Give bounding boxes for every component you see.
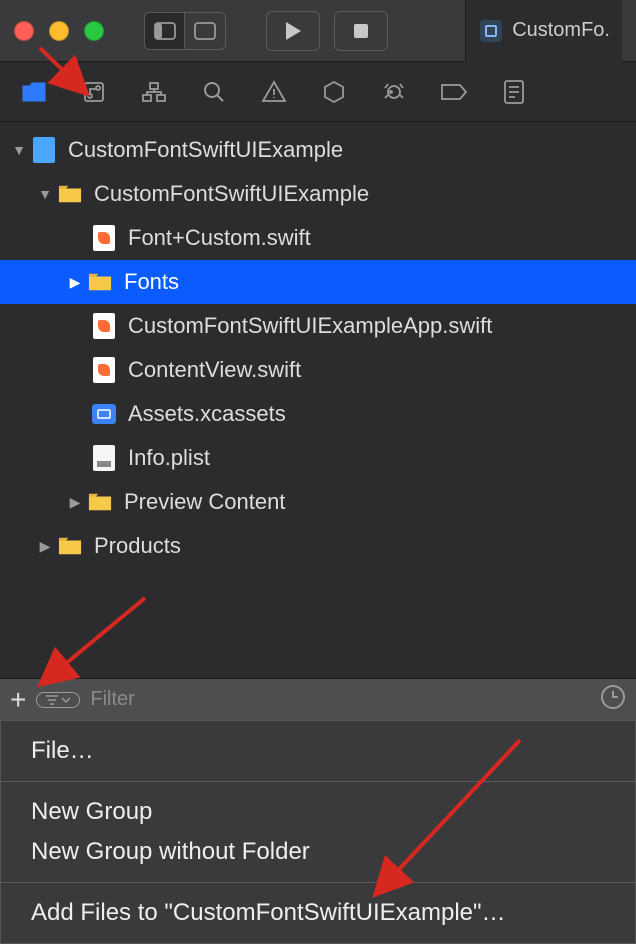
menu-item-label: New Group without Folder	[31, 838, 310, 865]
folder-row-selected[interactable]: ▶ Fonts	[0, 260, 636, 304]
report-navigator-tab[interactable]	[495, 73, 533, 111]
group-name: Products	[94, 533, 181, 559]
stop-button[interactable]	[334, 11, 388, 51]
menu-item-new-group[interactable]: New Group	[1, 792, 635, 832]
window-controls	[14, 21, 104, 41]
disclosure-triangle-icon[interactable]: ▶	[36, 538, 54, 555]
group-name: CustomFontSwiftUIExample	[94, 181, 369, 207]
file-row[interactable]: Info.plist	[0, 436, 636, 480]
file-row[interactable]: ContentView.swift	[0, 348, 636, 392]
test-navigator-tab[interactable]	[315, 73, 353, 111]
chevron-down-icon	[61, 696, 71, 704]
project-root[interactable]: ▼ CustomFontSwiftUIExample	[0, 128, 636, 172]
assets-icon	[92, 400, 116, 428]
minimize-window-button[interactable]	[49, 21, 69, 41]
disclosure-triangle-icon[interactable]: ▶	[66, 494, 84, 511]
file-row[interactable]: Assets.xcassets	[0, 392, 636, 436]
active-tab[interactable]: CustomFo.	[465, 0, 622, 62]
group-row[interactable]: ▼ CustomFontSwiftUIExample	[0, 172, 636, 216]
file-row[interactable]: Font+Custom.swift	[0, 216, 636, 260]
navigator-selector	[0, 62, 636, 122]
filter-input[interactable]	[90, 688, 590, 711]
filter-lines-icon	[45, 695, 59, 705]
issue-navigator-tab[interactable]	[255, 73, 293, 111]
recent-filter-button[interactable]	[600, 684, 626, 715]
file-name: ContentView.swift	[128, 357, 301, 383]
disclosure-triangle-icon[interactable]: ▼	[36, 186, 54, 202]
file-row[interactable]: CustomFontSwiftUIExampleApp.swift	[0, 304, 636, 348]
titlebar: CustomFo.	[0, 0, 636, 62]
group-row[interactable]: ▶ Products	[0, 524, 636, 568]
folder-name: Fonts	[124, 269, 179, 295]
folder-icon	[58, 180, 82, 208]
project-name: CustomFontSwiftUIExample	[68, 137, 343, 163]
disclosure-triangle-icon[interactable]: ▶	[66, 274, 84, 291]
toggle-navigator-button[interactable]	[145, 13, 185, 49]
swift-file-icon	[92, 356, 116, 384]
zoom-window-button[interactable]	[84, 21, 104, 41]
layout-segmented-control	[144, 12, 226, 50]
file-name: Assets.xcassets	[128, 401, 286, 427]
run-button[interactable]	[266, 11, 320, 51]
group-row[interactable]: ▶ Preview Content	[0, 480, 636, 524]
xcode-project-icon	[32, 136, 56, 164]
context-menu: File… New Group New Group without Folder…	[0, 720, 636, 944]
menu-item-label: File…	[31, 737, 94, 764]
menu-item-add-files[interactable]: Add Files to "CustomFontSwiftUIExample"…	[1, 893, 635, 933]
add-button[interactable]: +	[10, 684, 26, 716]
plist-file-icon	[92, 444, 116, 472]
debug-navigator-tab[interactable]	[375, 73, 413, 111]
swift-file-icon	[92, 312, 116, 340]
folder-icon	[88, 268, 112, 296]
file-name: Font+Custom.swift	[128, 225, 311, 251]
clock-icon	[600, 684, 626, 710]
source-control-navigator-tab[interactable]	[75, 73, 113, 111]
menu-item-new-group-without-folder[interactable]: New Group without Folder	[1, 832, 635, 872]
filter-bar: +	[0, 678, 636, 720]
menu-item-label: New Group	[31, 798, 152, 825]
swift-file-icon	[92, 224, 116, 252]
project-navigator-tab[interactable]	[15, 73, 53, 111]
find-navigator-tab[interactable]	[195, 73, 233, 111]
tab-label: CustomFo.	[512, 19, 610, 42]
menu-item-label: Add Files to "CustomFontSwiftUIExample"…	[31, 899, 506, 926]
close-window-button[interactable]	[14, 21, 34, 41]
disclosure-triangle-icon[interactable]: ▼	[10, 142, 28, 158]
file-name: Info.plist	[128, 445, 210, 471]
group-name: Preview Content	[124, 489, 285, 515]
folder-icon	[58, 532, 82, 560]
project-navigator-tree: ▼ CustomFontSwiftUIExample ▼ CustomFontS…	[0, 122, 636, 574]
swiftui-preview-icon	[480, 20, 502, 42]
menu-item-file[interactable]: File…	[1, 731, 635, 771]
folder-icon	[88, 488, 112, 516]
filter-scope-button[interactable]	[36, 692, 80, 708]
symbol-navigator-tab[interactable]	[135, 73, 173, 111]
file-name: CustomFontSwiftUIExampleApp.swift	[128, 313, 492, 339]
breakpoint-navigator-tab[interactable]	[435, 73, 473, 111]
toggle-editor-layout-button[interactable]	[185, 13, 225, 49]
